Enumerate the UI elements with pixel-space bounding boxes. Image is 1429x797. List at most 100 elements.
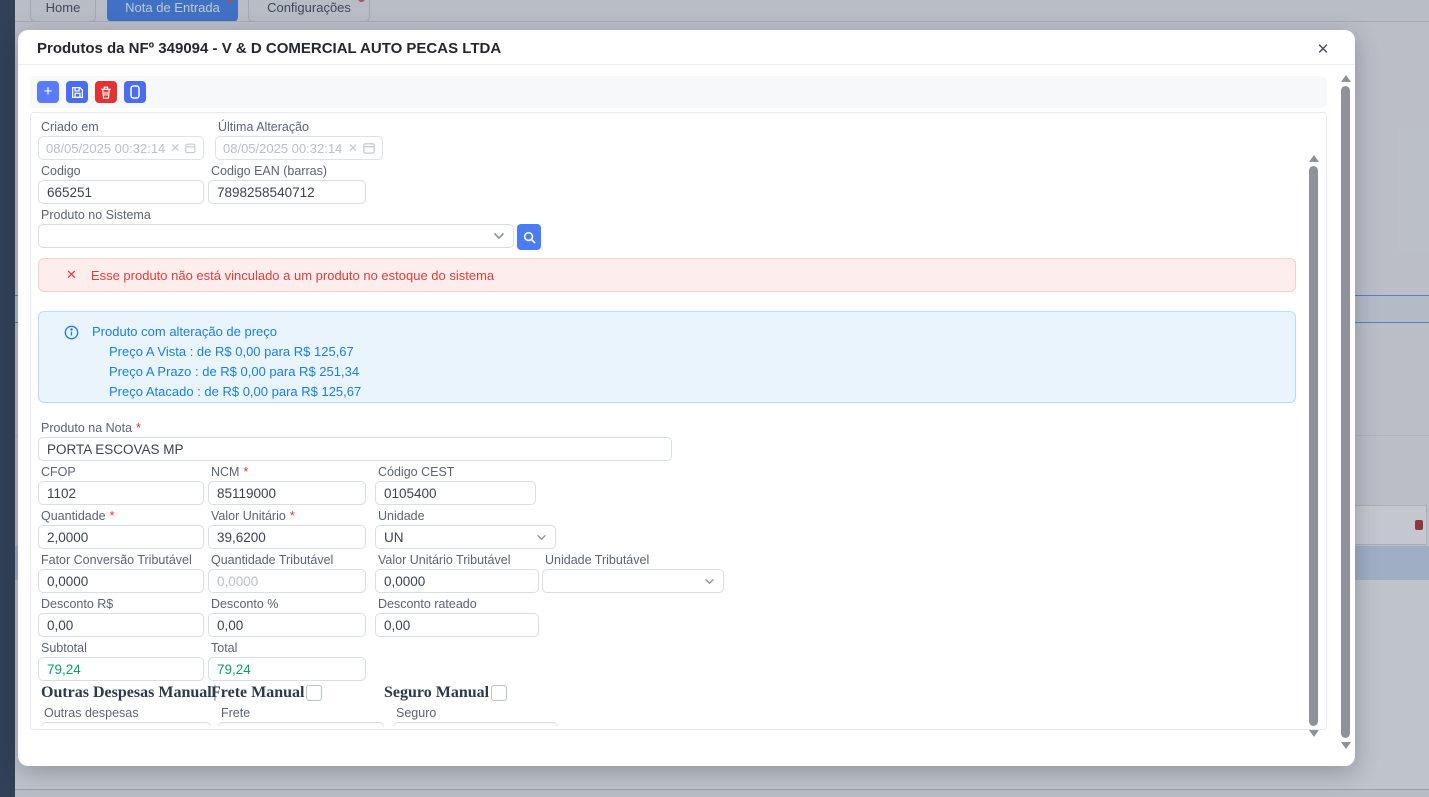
chevron-down-icon [493,232,505,240]
fator-conversao-input[interactable] [38,569,204,593]
trash-icon [100,86,112,99]
form-container: Criado em 08/05/2025 00:32:14 ✕ Última A… [30,112,1327,730]
desconto-pct-input[interactable] [208,613,366,637]
price-aprazo-line: Preço A Prazo : de R$ 0,00 para R$ 251,3… [109,362,1295,382]
quantidade-input[interactable] [38,525,204,549]
outras-despesas-label: Outras despesas [44,706,211,720]
chevron-down-icon [704,578,715,585]
scroll-down-icon[interactable] [1309,730,1319,737]
total-input[interactable] [208,657,366,681]
subtotal-input[interactable] [38,657,204,681]
outras-despesas-input[interactable] [41,722,211,726]
outras-despesas-manual-label: Outras Despesas Manual [41,684,212,702]
frete-manual-checkbox[interactable] [306,685,322,701]
valor-unitario-label: Valor Unitário* [211,509,366,523]
ncm-input[interactable] [208,481,366,505]
desconto-pct-label: Desconto % [211,597,366,611]
ncm-label: NCM* [211,465,366,479]
search-icon [523,231,536,244]
frete-manual-label: Frete Manual [211,684,304,702]
unidade-tributavel-label: Unidade Tributável [545,553,724,567]
calendar-icon[interactable] [185,142,196,154]
seguro-input[interactable] [393,722,558,726]
clear-icon[interactable]: ✕ [348,141,358,155]
clear-icon[interactable]: ✕ [170,141,180,155]
codigo-ean-label: Codigo EAN (barras) [211,164,366,178]
add-button[interactable]: + [37,81,59,103]
quantidade-tributavel-input[interactable] [208,569,366,593]
codigo-ean-input[interactable] [208,180,366,204]
close-icon[interactable]: ✕ [1313,39,1333,59]
desconto-rs-label: Desconto R$ [41,597,204,611]
seguro-manual-checkbox[interactable] [491,685,507,701]
error-alert-text: Esse produto não está vinculado a um pro… [91,268,494,283]
info-icon [64,325,79,340]
scroll-up-icon[interactable] [1341,75,1351,82]
valor-unitario-tributavel-input[interactable] [375,569,539,593]
form-scroll-area: Criado em 08/05/2025 00:32:14 ✕ Última A… [38,116,1296,726]
quantidade-tributavel-label: Quantidade Tributável [211,553,366,567]
search-product-button[interactable] [517,224,541,250]
desconto-rateado-input[interactable] [375,613,539,637]
error-alert: ✕ Esse produto não está vinculado a um p… [38,258,1296,292]
ultima-alteracao-label: Última Alteração [218,120,383,134]
produto-sistema-select[interactable] [38,224,514,248]
unidade-select-value: UN [384,530,536,545]
frete-input[interactable] [218,722,384,726]
produtos-nf-modal: Produtos da NFº 349094 - V & D COMERCIAL… [18,30,1355,766]
outras-despesas-manual-group: Outras Despesas Manual [41,684,211,702]
total-label: Total [211,641,366,655]
ultima-alteracao-field[interactable]: 08/05/2025 00:32:14 ✕ [215,136,383,160]
price-atacado-line: Preço Atacado : de R$ 0,00 para R$ 125,6… [109,382,1295,402]
unidade-select[interactable]: UN [375,525,556,549]
unidade-label: Unidade [378,509,556,523]
ultima-alteracao-value: 08/05/2025 00:32:14 [223,141,343,156]
frete-label: Frete [221,706,384,720]
seguro-manual-label: Seguro Manual [384,684,489,702]
plus-icon: + [44,82,53,102]
codigo-cest-input[interactable] [375,481,536,505]
calendar-icon[interactable] [363,142,375,154]
form-scrollbar[interactable] [1307,155,1320,755]
modal-scrollbar[interactable] [1339,75,1352,757]
codigo-label: Codigo [41,164,204,178]
criado-em-value: 08/05/2025 00:32:14 [46,141,165,156]
quantidade-label: Quantidade* [41,509,204,523]
delete-button[interactable] [95,81,117,103]
price-change-alert: Produto com alteração de preço Preço A V… [38,311,1296,403]
criado-em-label: Criado em [41,120,204,134]
modal-header: Produtos da NFº 349094 - V & D COMERCIAL… [18,30,1355,65]
seguro-manual-group: Seguro Manual [384,684,507,702]
chevron-down-icon [536,534,547,541]
scroll-up-icon[interactable] [1309,155,1319,162]
produto-sistema-label: Produto no Sistema [41,208,514,222]
subtotal-label: Subtotal [41,641,204,655]
save-button[interactable] [66,81,88,103]
codigo-cest-label: Código CEST [378,465,536,479]
cfop-label: CFOP [41,465,204,479]
seguro-label: Seguro [396,706,558,720]
desconto-rs-input[interactable] [38,613,204,637]
save-icon [71,86,84,99]
produto-nota-label: Produto na Nota* [41,421,672,435]
codigo-input[interactable] [38,180,204,204]
copy-icon [129,85,141,99]
scrollbar-thumb[interactable] [1309,166,1318,726]
price-avista-line: Preço A Vista : de R$ 0,00 para R$ 125,6… [109,342,1295,362]
frete-manual-group: Frete Manual [211,684,384,702]
scrollbar-thumb[interactable] [1341,86,1350,738]
error-x-icon: ✕ [66,267,77,283]
cfop-input[interactable] [38,481,204,505]
valor-unitario-input[interactable] [208,525,366,549]
modal-title: Produtos da NFº 349094 - V & D COMERCIAL… [37,40,501,57]
price-change-title: Produto com alteração de preço [92,322,277,342]
valor-unitario-tributavel-label: Valor Unitário Tributável [378,553,539,567]
modal-toolbar: + [30,76,1327,108]
produto-nota-input[interactable] [38,437,672,461]
desconto-rateado-label: Desconto rateado [378,597,539,611]
unidade-tributavel-select[interactable] [542,569,724,593]
fator-conversao-label: Fator Conversão Tributável [41,553,204,567]
scroll-down-icon[interactable] [1341,742,1351,749]
copy-button[interactable] [124,81,146,103]
criado-em-field[interactable]: 08/05/2025 00:32:14 ✕ [38,136,204,160]
